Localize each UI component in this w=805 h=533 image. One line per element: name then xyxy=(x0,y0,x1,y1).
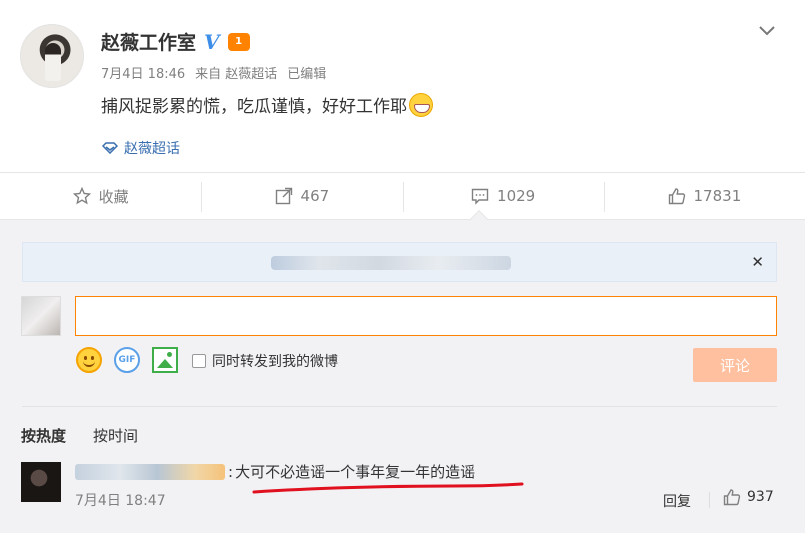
gif-icon[interactable]: GIF xyxy=(114,347,140,373)
comment-like-count: 937 xyxy=(747,489,774,505)
repost-checkbox[interactable]: 同时转发到我的微博 xyxy=(192,351,338,371)
divider xyxy=(709,492,710,508)
comment-icon xyxy=(471,188,489,205)
chevron-down-icon[interactable] xyxy=(757,20,777,40)
like-button[interactable]: 17831 xyxy=(603,173,805,219)
image-icon[interactable] xyxy=(152,347,178,373)
post-content: 捕风捉影累的慌，吃瓜谨慎，好好工作耶 xyxy=(101,92,433,117)
comment-section: ✕ GIF 同时转发到我的微博 评论 按热度 按时间 : 大可不必造谣一个事年复一… xyxy=(0,220,805,533)
thumb-up-icon xyxy=(668,188,685,205)
comment-button[interactable]: 1029 xyxy=(402,173,604,219)
edited-label[interactable]: 已编辑 xyxy=(287,63,326,82)
topic-link[interactable]: 赵薇超话 xyxy=(102,138,180,158)
like-count: 17831 xyxy=(693,187,742,205)
post-text: 捕风捉影累的慌，吃瓜谨慎，好好工作耶 xyxy=(101,97,407,117)
checkbox-box[interactable] xyxy=(192,354,206,368)
reply-button[interactable]: 回复 xyxy=(663,491,691,511)
repost-count: 467 xyxy=(300,187,330,205)
action-bar: 收藏 467 1029 17831 xyxy=(0,172,805,220)
comment-input[interactable] xyxy=(75,296,777,336)
star-icon xyxy=(72,187,91,205)
post-date[interactable]: 7月4日 18:46 xyxy=(101,63,185,82)
grin-emoji-icon xyxy=(409,92,433,117)
comment-text: 大可不必造谣一个事年复一年的造谣 xyxy=(235,463,476,481)
divider xyxy=(22,406,777,407)
favorite-label: 收藏 xyxy=(98,187,129,206)
thumb-up-icon xyxy=(723,489,741,506)
topic-label: 赵薇超话 xyxy=(124,141,180,157)
close-icon[interactable]: ✕ xyxy=(751,253,764,271)
submit-comment-button[interactable]: 评论 xyxy=(693,348,777,382)
commenter-avatar[interactable] xyxy=(21,462,61,502)
tab-sort-time[interactable]: 按时间 xyxy=(93,425,138,446)
notice-banner: ✕ xyxy=(22,242,777,282)
comment-count: 1029 xyxy=(497,187,536,205)
author-row: 赵薇工作室 V 1 xyxy=(101,28,250,55)
emoji-icon[interactable] xyxy=(76,347,102,373)
comment-text-row: : 大可不必造谣一个事年复一年的造谣 xyxy=(228,463,476,481)
vip-badge-icon: 1 xyxy=(227,32,250,51)
post-meta: 7月4日 18:46 来自 赵薇超话 已编辑 xyxy=(101,63,326,82)
current-user-avatar xyxy=(21,296,61,336)
red-underline-annotation xyxy=(252,482,524,494)
tab-sort-hot[interactable]: 按热度 xyxy=(21,425,66,446)
verified-badge-icon: V xyxy=(204,29,220,54)
author-avatar[interactable] xyxy=(20,24,84,88)
author-name[interactable]: 赵薇工作室 xyxy=(101,28,196,55)
favorite-button[interactable]: 收藏 xyxy=(0,173,201,219)
repost-checkbox-label: 同时转发到我的微博 xyxy=(212,354,338,370)
topic-diamond-icon xyxy=(102,142,118,154)
comment-like-button[interactable]: 937 xyxy=(723,488,774,506)
post-source[interactable]: 来自 赵薇超话 xyxy=(195,63,277,82)
blurred-commenter-name[interactable] xyxy=(75,464,225,480)
repost-button[interactable]: 467 xyxy=(201,173,402,219)
comment-date: 7月4日 18:47 xyxy=(75,493,166,509)
blurred-notice-text xyxy=(271,256,511,270)
share-icon xyxy=(275,187,292,205)
sort-tabs: 按热度 按时间 xyxy=(21,425,138,446)
